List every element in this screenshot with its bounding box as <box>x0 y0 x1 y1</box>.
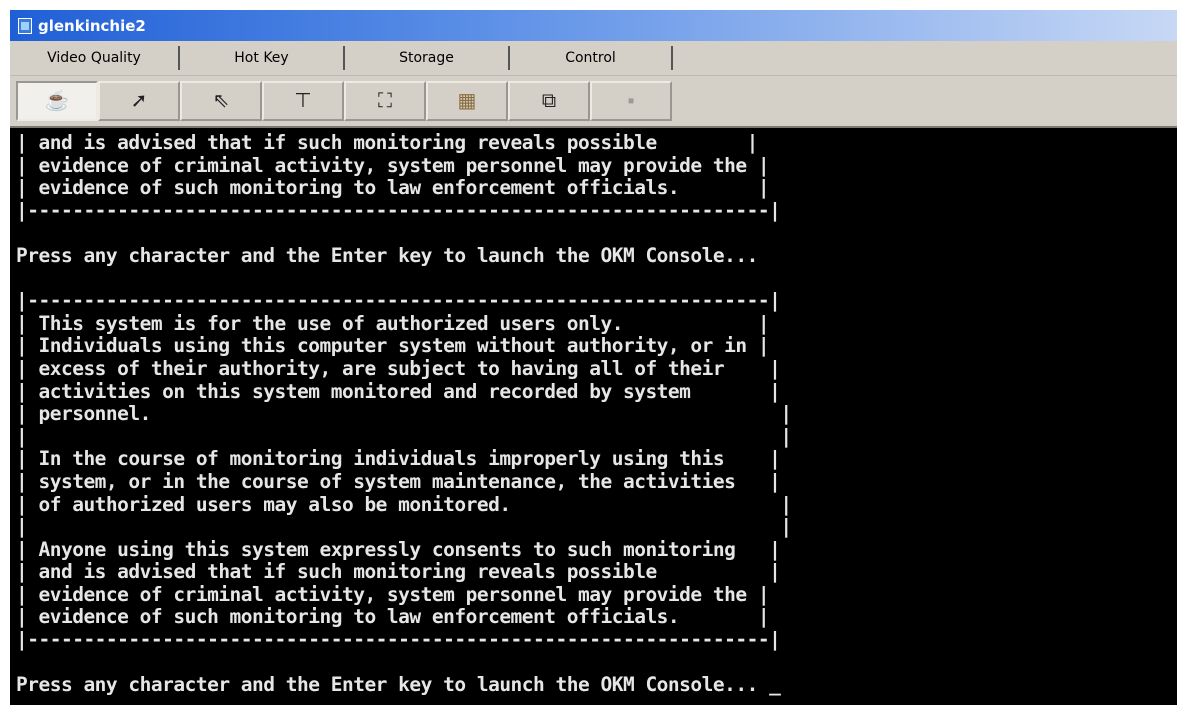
fullscreen-button[interactable]: ⛶ <box>344 81 426 121</box>
disabled-tool-icon: ▪ <box>627 90 635 112</box>
align-tool-icon: ⊤ <box>294 90 312 112</box>
fullscreen-icon: ⛶ <box>378 90 392 112</box>
terminal-line: |---------------------------------------… <box>16 198 781 222</box>
terminal-line: | excess of their authority, are subject… <box>16 356 781 380</box>
disabled-tool-button[interactable]: ▪ <box>590 81 672 121</box>
terminal-line: | and is advised that if such monitoring… <box>16 131 758 154</box>
dual-cursor-icon: ⇖ <box>212 90 230 112</box>
terminal-line: | evidence of such monitoring to law enf… <box>16 605 770 629</box>
terminal-screen[interactable]: | and is advised that if such monitoring… <box>10 130 1177 705</box>
text-cursor: _ <box>769 673 781 697</box>
terminal-line: | Anyone using this system expressly con… <box>16 537 781 561</box>
menu-storage[interactable]: Storage <box>345 46 510 70</box>
terminal-line: | personnel. | <box>16 402 792 426</box>
terminal-line: | and is advised that if such monitoring… <box>16 560 781 584</box>
terminal-line: | system, or in the course of system mai… <box>16 469 781 493</box>
terminal-line: | of authorized users may also be monito… <box>16 492 792 516</box>
terminal-line: | activities on this system monitored an… <box>16 379 781 403</box>
capture-button[interactable]: ⧉ <box>508 81 590 121</box>
menu-control[interactable]: Control <box>510 46 673 70</box>
capture-icon: ⧉ <box>541 90 557 112</box>
align-button[interactable]: ⊤ <box>262 81 344 121</box>
terminal-line: | evidence of criminal activity, system … <box>16 582 770 606</box>
terminal-line: | Individuals using this computer system… <box>16 334 770 358</box>
menu-hot-key[interactable]: Hot Key <box>180 46 345 70</box>
toolbar: ☕ ➚ ⇖ ⊤ ⛶ ▦ ⧉ ▪ <box>10 76 1177 128</box>
picture-icon: ▦ <box>457 90 477 112</box>
app-window-icon <box>18 17 32 34</box>
terminal-line: |---------------------------------------… <box>16 289 781 313</box>
cursor-plus-icon: ➚ <box>130 90 148 112</box>
terminal-line: | evidence of criminal activity, system … <box>16 153 770 177</box>
dual-cursor-button[interactable]: ⇖ <box>180 81 262 121</box>
terminal-line: |---------------------------------------… <box>16 628 781 652</box>
kvm-console-window: glenkinchie2 Video Quality Hot Key Stora… <box>10 10 1177 705</box>
java-cup-icon: ☕ <box>44 90 70 112</box>
menu-video-quality[interactable]: Video Quality <box>10 46 180 70</box>
picture-button[interactable]: ▦ <box>426 81 508 121</box>
terminal-line: | evidence of such monitoring to law enf… <box>16 176 770 200</box>
window-title: glenkinchie2 <box>38 16 146 35</box>
single-cursor-button[interactable]: ➚ <box>98 81 180 121</box>
terminal-output: | and is advised that if such monitoring… <box>10 130 1177 697</box>
terminal-prompt-line: Press any character and the Enter key to… <box>16 673 770 697</box>
terminal-line: Press any character and the Enter key to… <box>16 243 758 267</box>
java-cup-button[interactable]: ☕ <box>16 81 98 121</box>
terminal-line: | In the course of monitoring individual… <box>16 447 781 471</box>
terminal-line: | | <box>16 515 792 539</box>
terminal-line: | | <box>16 424 792 448</box>
menu-bar: Video Quality Hot Key Storage Control <box>10 41 1177 76</box>
title-bar: glenkinchie2 <box>10 10 1177 41</box>
terminal-line: | This system is for the use of authoriz… <box>16 311 770 335</box>
